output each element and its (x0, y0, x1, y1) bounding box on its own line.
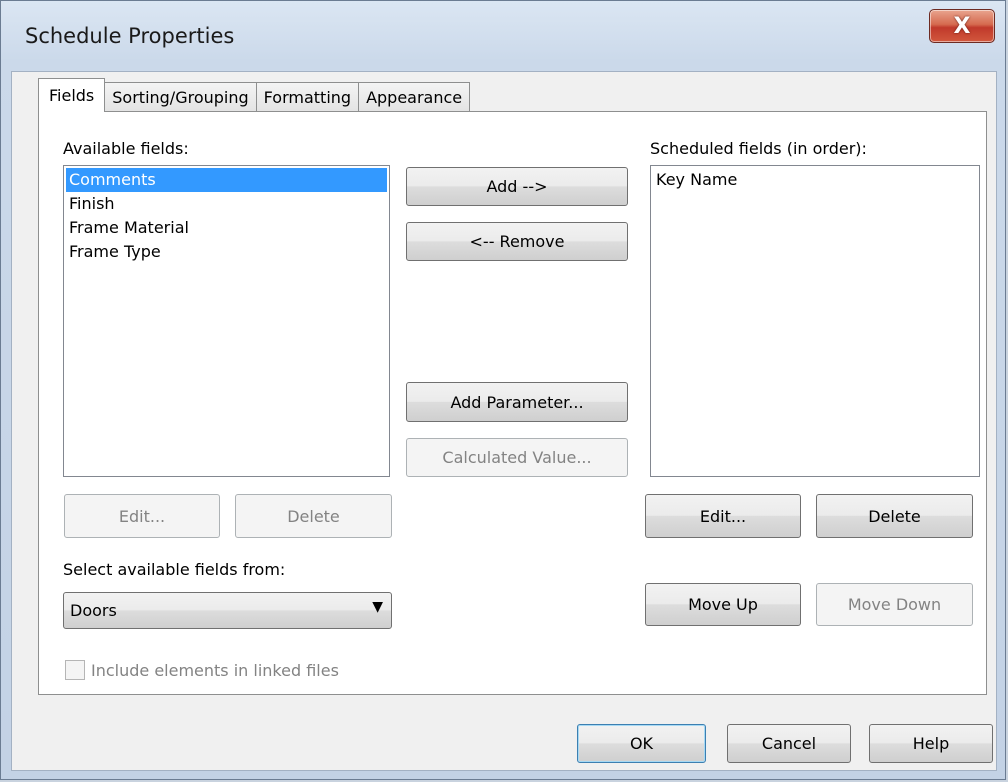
scheduled-fields-label: Scheduled fields (in order): (650, 139, 867, 158)
help-button[interactable]: Help (869, 724, 993, 763)
tab-sorting-grouping[interactable]: Sorting/Grouping (104, 82, 257, 112)
ok-button[interactable]: OK (577, 724, 706, 763)
list-item[interactable]: Frame Material (66, 216, 387, 240)
source-category-value: Doors (70, 601, 117, 620)
list-item[interactable]: Finish (66, 192, 387, 216)
dialog-client-area: Fields Sorting/Grouping Formatting Appea… (11, 71, 997, 771)
dialog-window: Schedule Properties X Fields Sorting/Gro… (0, 0, 1006, 780)
available-delete-button[interactable]: Delete (235, 494, 392, 538)
list-item[interactable]: Key Name (653, 168, 977, 192)
include-linked-files-label: Include elements in linked files (91, 660, 339, 680)
remove-button[interactable]: <-- Remove (406, 222, 628, 261)
close-button[interactable]: X (929, 9, 995, 43)
tab-fields[interactable]: Fields (38, 78, 106, 112)
scheduled-edit-button[interactable]: Edit... (645, 494, 801, 538)
cancel-button[interactable]: Cancel (727, 724, 851, 763)
tab-appearance[interactable]: Appearance (358, 82, 471, 112)
calculated-value-button[interactable]: Calculated Value... (406, 438, 628, 477)
title-bar[interactable]: Schedule Properties X (1, 1, 1005, 71)
list-item[interactable]: Frame Type (66, 240, 387, 264)
fields-tab-panel: Available fields: Comments Finish Frame … (38, 111, 987, 695)
move-up-button[interactable]: Move Up (645, 583, 801, 626)
select-source-label: Select available fields from: (63, 560, 286, 579)
tab-strip: Fields Sorting/Grouping Formatting Appea… (38, 78, 471, 112)
move-down-button[interactable]: Move Down (816, 583, 973, 626)
add-button[interactable]: Add --> (406, 167, 628, 206)
tab-formatting[interactable]: Formatting (255, 82, 360, 112)
available-fields-label: Available fields: (63, 139, 189, 158)
available-fields-list[interactable]: Comments Finish Frame Material Frame Typ… (63, 165, 390, 477)
available-edit-button[interactable]: Edit... (64, 494, 220, 538)
close-icon: X (953, 13, 971, 39)
include-linked-files-option[interactable]: Include elements in linked files (65, 660, 339, 680)
source-category-dropdown[interactable]: Doors ▼ (63, 592, 392, 629)
chevron-down-icon: ▼ (372, 599, 383, 615)
scheduled-delete-button[interactable]: Delete (816, 494, 973, 538)
include-linked-files-checkbox[interactable] (65, 660, 85, 680)
list-item[interactable]: Comments (66, 168, 387, 192)
add-parameter-button[interactable]: Add Parameter... (406, 382, 628, 422)
scheduled-fields-list[interactable]: Key Name (650, 165, 980, 477)
dialog-title: Schedule Properties (25, 24, 235, 48)
